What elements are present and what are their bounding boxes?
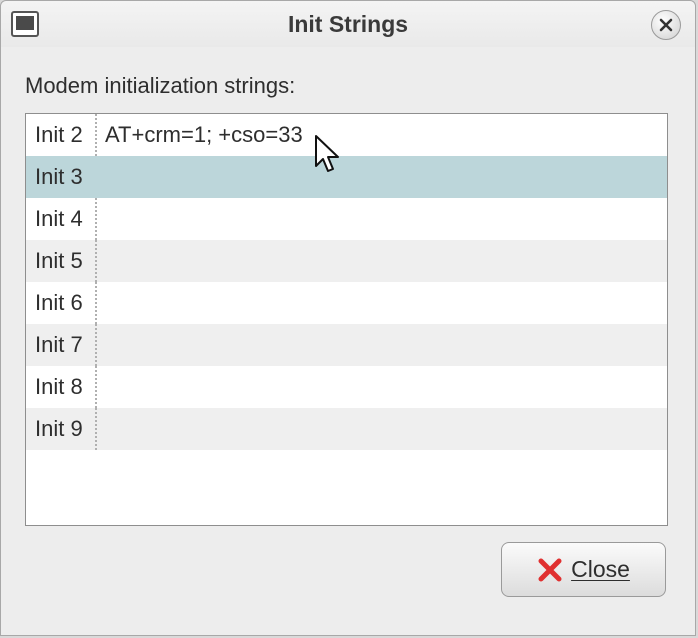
row-value-field[interactable] <box>95 408 667 450</box>
row-label: Init 7 <box>35 332 83 357</box>
red-x-icon <box>538 558 562 581</box>
row-label: Init 5 <box>35 248 83 273</box>
close-icon <box>659 18 673 32</box>
list-row-init-4[interactable]: Init 4 <box>26 198 667 240</box>
row-label: Init 4 <box>35 206 83 231</box>
row-value-field[interactable] <box>95 198 667 240</box>
row-label: Init 6 <box>35 290 83 315</box>
list-row-init-8[interactable]: Init 8 <box>26 366 667 408</box>
row-label: Init 3 <box>35 164 83 189</box>
list-row-init-2[interactable]: Init 2 AT+crm=1; +cso=33 <box>26 114 667 156</box>
close-button-label: Close <box>571 556 630 582</box>
init-strings-list[interactable]: Init 2 AT+crm=1; +cso=33 Init 3 Init 4 I… <box>25 113 668 526</box>
window-close-button[interactable] <box>651 10 681 40</box>
list-row-init-5[interactable]: Init 5 <box>26 240 667 282</box>
prompt-label: Modem initialization strings: <box>25 73 296 98</box>
list-row-init-3[interactable]: Init 3 <box>26 156 667 198</box>
row-value-field[interactable] <box>95 366 667 408</box>
row-label: Init 2 <box>35 122 83 147</box>
row-value-field[interactable] <box>95 240 667 282</box>
row-value-field[interactable]: AT+crm=1; +cso=33 <box>95 114 667 156</box>
window-title: Init Strings <box>287 11 409 37</box>
list-row-init-9[interactable]: Init 9 <box>26 408 667 450</box>
title-bar[interactable]: Init Strings <box>1 1 695 47</box>
row-label: Init 9 <box>35 416 83 441</box>
row-label: Init 8 <box>35 374 83 399</box>
init-strings-dialog: Init Strings Modem initialization string… <box>0 0 696 636</box>
mouse-pointer-icon <box>315 135 339 172</box>
list-row-init-6[interactable]: Init 6 <box>26 282 667 324</box>
close-button[interactable]: Close <box>501 542 666 597</box>
row-value-field[interactable] <box>95 324 667 366</box>
row-value-field[interactable] <box>95 282 667 324</box>
list-row-init-7[interactable]: Init 7 <box>26 324 667 366</box>
row-value-field[interactable] <box>95 156 667 198</box>
